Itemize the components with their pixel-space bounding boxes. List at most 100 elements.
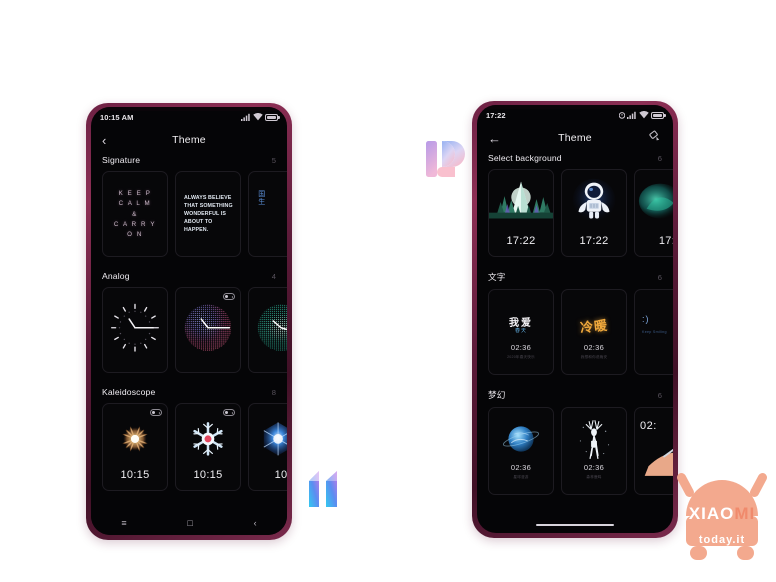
- section-count: 6: [657, 154, 662, 163]
- navigation-bar-left[interactable]: ≡ □ ‹: [91, 511, 287, 535]
- card-time: 10:15: [193, 469, 223, 481]
- theme-card[interactable]: :) Keep Smiling: [634, 289, 673, 375]
- theme-card[interactable]: [102, 287, 168, 373]
- theme-card[interactable]: 国生: [248, 171, 287, 257]
- card-row-dream[interactable]: 02:36 星球漫游 02:36 森林鹿鸣 02:: [477, 407, 673, 495]
- section-title: 文字: [488, 272, 506, 282]
- analog-clock-classic-icon: [111, 303, 159, 352]
- signal-icon: [241, 113, 250, 121]
- quote-line: &: [132, 210, 138, 218]
- card-time: 17:22: [506, 235, 536, 247]
- page-title-right: Theme: [558, 132, 592, 144]
- wifi-icon: [638, 111, 649, 119]
- nav-spacer-right: [477, 509, 673, 533]
- quote-line: O N: [127, 231, 143, 239]
- theme-card[interactable]: 17:22: [488, 169, 554, 257]
- quote-line: C A R R Y: [113, 220, 157, 228]
- card-row-analog[interactable]: [91, 287, 287, 373]
- battery-icon: [651, 111, 666, 119]
- theme-card[interactable]: [248, 287, 287, 373]
- quote-keep-calm: K E E P C A L M & C A R R Y O N: [103, 172, 167, 256]
- watermark-xiao: XIAO: [688, 504, 735, 523]
- section-count: 4: [271, 272, 276, 281]
- card-time: 02:36: [510, 463, 532, 472]
- section-kaleidoscope: Kaleidoscope 8 10:15 10:15 10: [91, 387, 287, 491]
- section-title: 梦幻: [488, 390, 506, 400]
- card-time: 17:: [658, 235, 673, 247]
- miui-11-logo: [309, 471, 337, 507]
- status-bar-icons-right: [618, 111, 666, 119]
- quote-line: C A L M: [118, 200, 152, 208]
- section-count: 8: [271, 388, 276, 397]
- section-count: 5: [271, 156, 276, 165]
- card-headline: :): [642, 314, 650, 324]
- card-time: 17:22: [579, 235, 609, 247]
- app-bar-left: ‹ Theme: [91, 125, 287, 155]
- section-title: Kaleidoscope: [102, 387, 156, 397]
- theme-card[interactable]: 我爱 春天 02:36 2020年春天快乐: [488, 289, 554, 375]
- back-button-right[interactable]: ←: [488, 132, 501, 145]
- back-icon[interactable]: ‹: [254, 518, 257, 528]
- watermark-mi: MI: [734, 504, 756, 523]
- page-title-left: Theme: [172, 134, 206, 146]
- paint-roller-icon[interactable]: [648, 129, 662, 148]
- signal-icon: [627, 111, 636, 119]
- section-title: Analog: [102, 271, 130, 281]
- card-time: 02:36: [583, 463, 605, 472]
- section-header-dream: 梦幻 6: [477, 389, 673, 401]
- section-count: 6: [657, 391, 662, 400]
- menu-icon[interactable]: ≡: [121, 518, 126, 528]
- theme-card[interactable]: 17:22: [561, 169, 627, 257]
- theme-card[interactable]: 10: [248, 403, 287, 491]
- section-signature: Signature 5 K E E P C A L M & C A R R Y …: [91, 155, 287, 257]
- always-on-display-badge-icon: [223, 409, 235, 416]
- analog-clock-dots-color-icon: [184, 304, 232, 352]
- phone-screen-left: 10:15 AM ‹ Theme Signature 5 K E E P C A…: [91, 107, 287, 535]
- card-row-signature[interactable]: K E E P C A L M & C A R R Y O N ALWAYS B…: [91, 171, 287, 257]
- top-camera-strip-left: [91, 107, 287, 111]
- theme-card[interactable]: 02:36 星球漫游: [488, 407, 554, 495]
- xiaomi-today-watermark: XIAOMI today.it: [668, 458, 776, 562]
- quote-always-believe: ALWAYS BELIEVE THAT SOMETHING WONDERFUL …: [184, 195, 233, 233]
- section-header-analog: Analog 4: [91, 271, 287, 281]
- theme-card[interactable]: 10:15: [175, 403, 241, 491]
- section-header-text: 文字 6: [477, 271, 673, 283]
- card-subline: 春天: [514, 328, 527, 334]
- card-row-kaleidoscope[interactable]: 10:15 10:15 10: [91, 403, 287, 491]
- section-title: Signature: [102, 155, 141, 165]
- section-count: 6: [657, 273, 662, 282]
- card-footer: 2020年春天快乐: [507, 355, 535, 359]
- quote-chinese: 国生: [257, 190, 265, 206]
- watermark-today-text: today.it: [698, 534, 746, 546]
- battery-icon: [265, 113, 280, 121]
- card-footer: 星球漫游: [513, 475, 529, 479]
- theme-card[interactable]: 10:15: [102, 403, 168, 491]
- back-button-left[interactable]: ‹: [102, 134, 106, 147]
- card-row-text[interactable]: 我爱 春天 02:36 2020年春天快乐 冷暖 02:36 我想和你说晚安 :…: [477, 289, 673, 375]
- theme-card[interactable]: 冷暖 02:36 我想和你说晚安: [561, 289, 627, 375]
- alarm-icon: [618, 112, 625, 119]
- status-bar-icons-left: [241, 113, 280, 121]
- card-row-select-background[interactable]: 17:22 17:22 17: [477, 169, 673, 257]
- quote-line: K E E P: [118, 189, 152, 197]
- card-footer: Keep Smiling: [642, 330, 667, 334]
- section-select-background: Select background 6 17:22 17:22 17: [477, 153, 673, 257]
- status-bar-time-left: 10:15 AM: [100, 112, 134, 122]
- dream-deer-icon: [579, 420, 610, 460]
- always-on-display-badge-icon: [223, 293, 235, 300]
- card-time: 10: [274, 469, 287, 481]
- card-footer: 我想和你说晚安: [580, 355, 608, 359]
- theme-card[interactable]: [175, 287, 241, 373]
- watermark-xiaomi-text: XIAOMI: [668, 504, 776, 524]
- home-icon[interactable]: □: [187, 518, 192, 528]
- theme-card[interactable]: 02:36 森林鹿鸣: [561, 407, 627, 495]
- card-time: 10:15: [120, 469, 150, 481]
- theme-card[interactable]: ALWAYS BELIEVE THAT SOMETHING WONDERFUL …: [175, 171, 241, 257]
- section-text: 文字 6 我爱 春天 02:36 2020年春天快乐 冷暖 02:36 我想和你…: [477, 271, 673, 375]
- card-headline: 冷暖: [579, 317, 609, 336]
- theme-card[interactable]: 17:: [634, 169, 673, 257]
- wifi-icon: [252, 113, 263, 121]
- section-analog: Analog 4: [91, 271, 287, 373]
- theme-card[interactable]: K E E P C A L M & C A R R Y O N: [102, 171, 168, 257]
- analog-clock-dots-teal-icon: [257, 304, 287, 352]
